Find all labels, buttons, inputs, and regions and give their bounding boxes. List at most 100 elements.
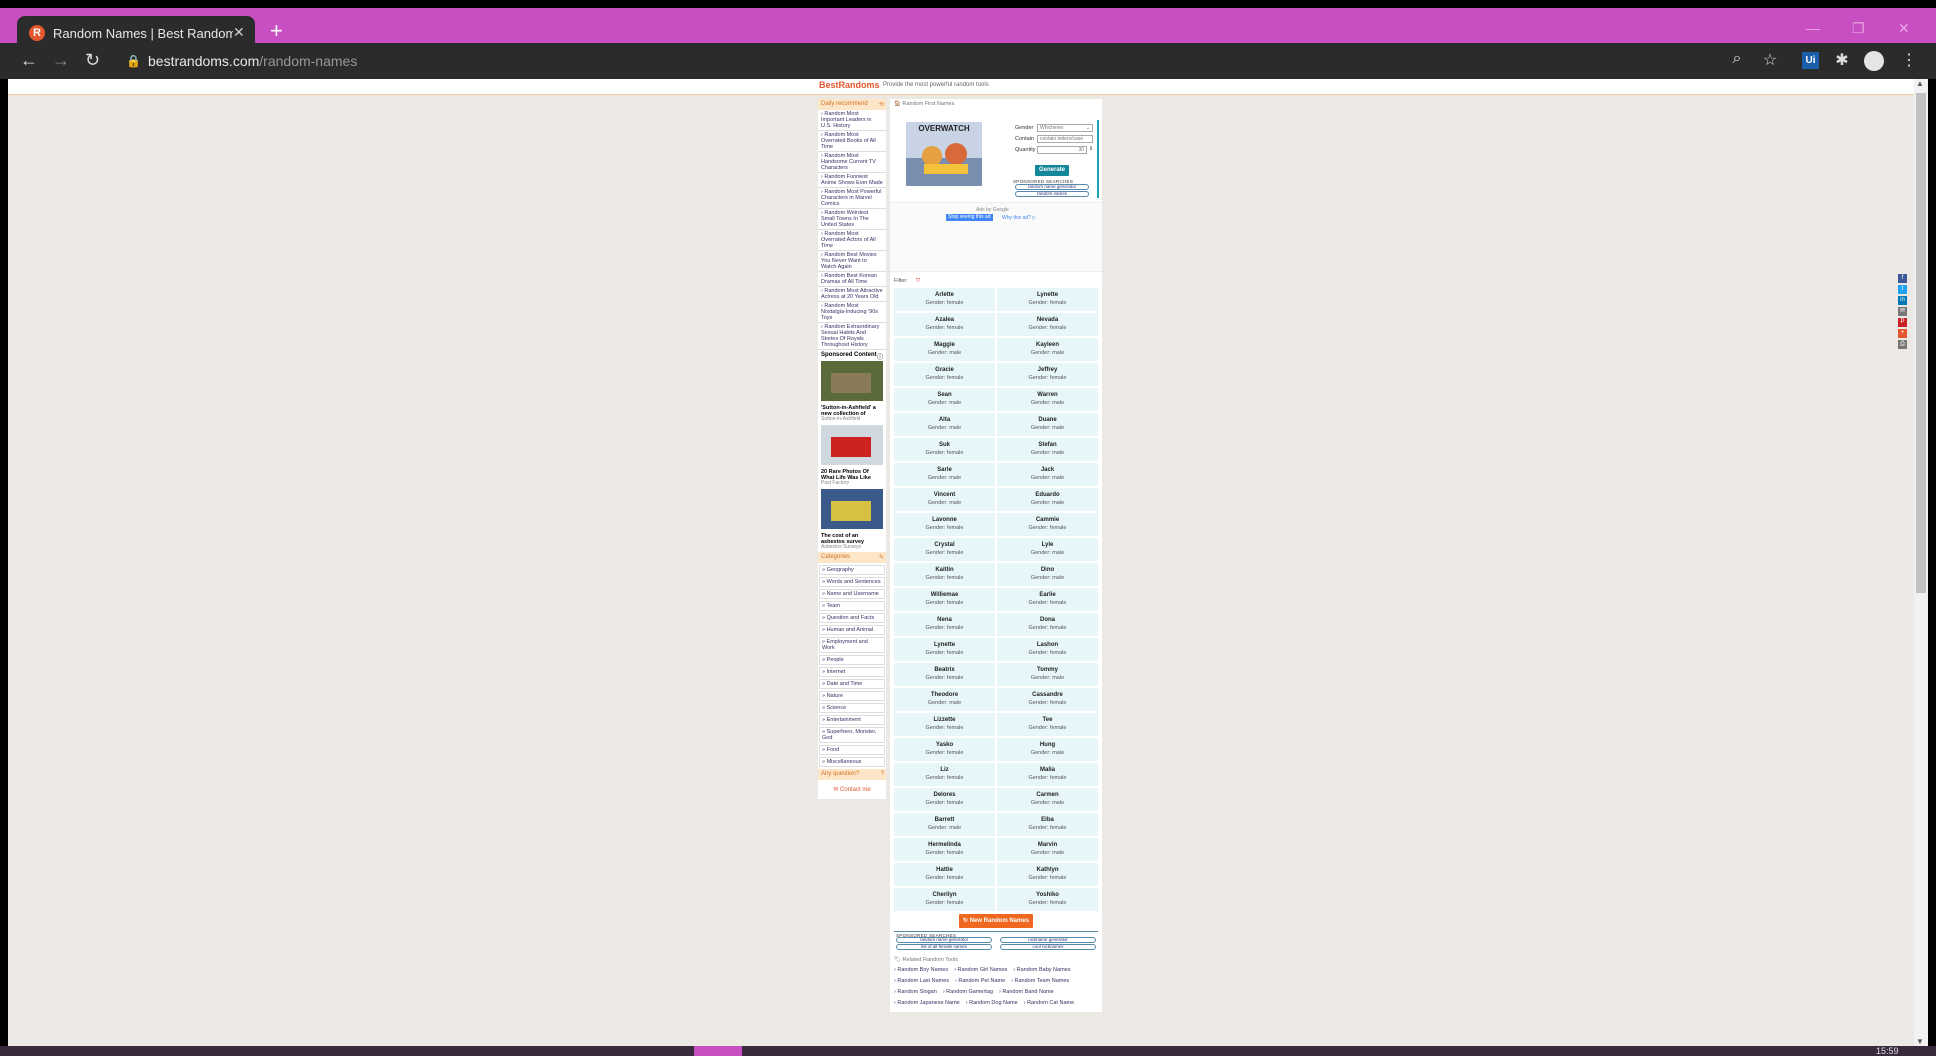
refresh-icon[interactable]: ⟲ — [879, 101, 884, 108]
share-icon[interactable]: t — [1898, 285, 1907, 294]
generate-button[interactable]: Generate — [1035, 165, 1069, 176]
stepper-arrows-icon[interactable]: ⇕ — [1089, 146, 1093, 152]
daily-link[interactable]: › Random Most Handsome Current TV Charac… — [818, 152, 886, 173]
sponsored-item[interactable]: 20 Rare Photos Of What Life Was Like Past… — [821, 422, 883, 486]
related-tool-link[interactable]: › Random Baby Names — [1013, 966, 1070, 975]
sponsored-pill[interactable]: random name generator — [896, 937, 992, 943]
related-tool-link[interactable]: › Random Pet Name — [955, 977, 1005, 986]
gender-select[interactable]: Whichever ⌄ — [1037, 124, 1093, 132]
category-link[interactable]: » Date and Time — [819, 679, 885, 689]
why-ad-link[interactable]: Why this ad? ▷ — [1002, 215, 1036, 221]
daily-link[interactable]: › Random Most Overrated Actors of All Ti… — [818, 230, 886, 251]
category-link[interactable]: » Miscellaneous — [819, 757, 885, 767]
daily-link[interactable]: › Random Most Attractive Actress at 20 Y… — [818, 287, 886, 302]
sponsored-thumbnail[interactable] — [821, 425, 883, 465]
category-link[interactable]: » Entertainment — [819, 715, 885, 725]
minimize-icon[interactable]: — — [1806, 20, 1820, 36]
restore-icon[interactable]: ❐ — [1852, 20, 1865, 37]
sponsored-pill[interactable]: nickname generator — [1000, 937, 1096, 943]
category-link[interactable]: » Team — [819, 601, 885, 611]
daily-link[interactable]: › Random Most Powerful Characters in Mar… — [818, 188, 886, 209]
scroll-down-icon[interactable]: ▼ — [1916, 1037, 1924, 1046]
page-scrollbar[interactable]: ▲ ▼ — [1914, 79, 1928, 1046]
category-link[interactable]: » Employment and Work — [819, 637, 885, 653]
category-link[interactable]: » Question and Facts — [819, 613, 885, 623]
share-icon[interactable]: ⎙ — [1898, 340, 1907, 349]
quantity-stepper[interactable]: 30 — [1037, 146, 1087, 154]
daily-link[interactable]: › Random Funniest Anime Shows Ever Made — [818, 173, 886, 188]
extensions-puzzle-icon[interactable]: ✱ — [1831, 50, 1853, 70]
menu-dots-icon[interactable]: ⋮ — [1898, 50, 1920, 70]
related-tool-link[interactable]: › Random Team Names — [1011, 977, 1069, 986]
daily-link[interactable]: › Random Most Important Leaders in U.S. … — [818, 110, 886, 131]
category-link[interactable]: » Science — [819, 703, 885, 713]
related-tool-link[interactable]: › Random Gamertag — [943, 988, 993, 997]
contain-input[interactable]: contain letters/case — [1037, 135, 1093, 143]
close-tab-icon[interactable]: ✕ — [233, 24, 245, 41]
category-link[interactable]: » People — [819, 655, 885, 665]
name-card: Kathlyn Gender: female — [997, 863, 1098, 886]
sponsored-thumbnail[interactable] — [821, 489, 883, 529]
share-icon[interactable]: + — [1898, 329, 1907, 338]
info-icon[interactable]: ⓘ — [877, 352, 883, 361]
taskbar-active-app[interactable] — [694, 1046, 742, 1056]
gender-text: Gender: male — [927, 700, 962, 706]
daily-link[interactable]: › Random Most Overrated Books of All Tim… — [818, 131, 886, 152]
share-icon[interactable]: P — [1898, 318, 1907, 327]
bookmark-star-icon[interactable]: ☆ — [1759, 50, 1781, 70]
address-bar[interactable]: 🔒 bestrandoms.com/random-names — [122, 47, 1742, 75]
related-tool-link[interactable]: › Random Last Names — [894, 977, 949, 986]
gender-text: Gender: male — [927, 400, 962, 406]
related-tool-link[interactable]: › Random Dog Name — [966, 999, 1018, 1008]
breadcrumb[interactable]: 🏠 Random First Names — [890, 99, 1102, 110]
zoom-icon[interactable]: ⌕ — [1726, 50, 1748, 68]
daily-link[interactable]: › Random Best Korean Dramas of All Time — [818, 272, 886, 287]
related-tool-link[interactable]: › Random Band Name — [999, 988, 1054, 997]
category-link[interactable]: » Human and Animal — [819, 625, 885, 635]
new-tab-button[interactable]: + — [270, 18, 283, 44]
site-logo[interactable]: BestRandoms — [819, 80, 880, 90]
category-link[interactable]: » Superhero, Monster, God — [819, 727, 885, 743]
name-card: Cammie Gender: female — [997, 513, 1098, 536]
related-tool-link[interactable]: › Random Slogan — [894, 988, 937, 997]
sponsored-pill[interactable]: cool nicknames — [1000, 944, 1096, 950]
scrollbar-thumb[interactable] — [1916, 93, 1926, 593]
share-icon[interactable]: f — [1898, 274, 1907, 283]
reload-icon[interactable]: ↻ — [85, 50, 100, 70]
category-link[interactable]: » Nature — [819, 691, 885, 701]
name-text: Gracie — [935, 367, 954, 373]
category-link[interactable]: » Name and Username — [819, 589, 885, 599]
sponsored-thumbnail[interactable] — [821, 361, 883, 401]
stop-ad-button[interactable]: Stop seeing this ad — [946, 214, 993, 221]
profile-avatar-icon[interactable] — [1864, 51, 1884, 71]
related-tool-link[interactable]: › Random Boy Names — [894, 966, 948, 975]
category-link[interactable]: » Geography — [819, 565, 885, 575]
gender-text: Gender: female — [1028, 325, 1067, 331]
window-close-icon[interactable]: ✕ — [1898, 20, 1910, 37]
share-icon[interactable]: ✉ — [1898, 307, 1907, 316]
related-tool-link[interactable]: › Random Girl Names — [954, 966, 1007, 975]
sponsored-pill[interactable]: random names — [1015, 191, 1089, 197]
category-link[interactable]: » Food — [819, 745, 885, 755]
contact-link[interactable]: ✉ Contact me — [818, 780, 886, 799]
new-random-names-button[interactable]: ↻ New Random Names — [959, 914, 1033, 928]
overwatch-ad-image[interactable]: OVERWATCH — [906, 122, 982, 186]
back-icon[interactable]: ← — [20, 50, 38, 70]
daily-link[interactable]: › Random Weirdest Small Towns In The Uni… — [818, 209, 886, 230]
sponsored-item[interactable]: 'Sutton-in-Ashfield' a new collection of… — [821, 358, 883, 422]
sponsored-pill[interactable]: list of all female names — [896, 944, 992, 950]
related-tool-link[interactable]: › Random Japanese Name — [894, 999, 960, 1008]
scroll-up-icon[interactable]: ▲ — [1916, 79, 1924, 88]
daily-link[interactable]: › Random Most Nostalgia-Inducing '90s To… — [818, 302, 886, 323]
daily-link[interactable]: › Random Extraordinary Sexual Habits And… — [818, 323, 886, 350]
sponsored-pill[interactable]: random name generator — [1015, 184, 1089, 190]
related-tool-link[interactable]: › Random Cat Name — [1024, 999, 1074, 1008]
sponsored-item[interactable]: The cost of an asbestos survey Asbestos S… — [821, 486, 883, 550]
ui-extension-icon[interactable]: Ui — [1802, 52, 1819, 69]
category-link[interactable]: » Words and Sentences — [819, 577, 885, 587]
category-link[interactable]: » Internet — [819, 667, 885, 677]
share-icon[interactable]: in — [1898, 296, 1907, 305]
filter-icon[interactable]: ⛉ — [916, 278, 920, 285]
forward-icon[interactable]: → — [52, 50, 70, 70]
daily-link[interactable]: › Random Best Movies You Never Want to W… — [818, 251, 886, 272]
